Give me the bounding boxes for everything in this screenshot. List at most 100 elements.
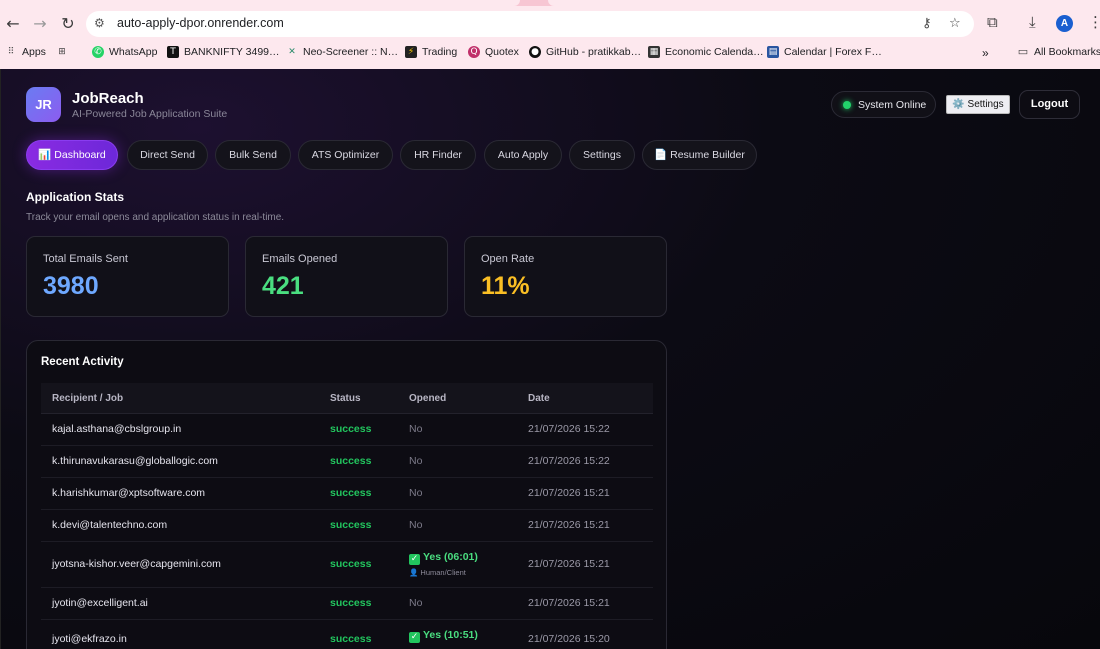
bookmark-banknifty[interactable]: T BANKNIFTY 3499…	[167, 46, 280, 58]
checkmark-icon: ✓	[409, 632, 420, 643]
stat-label: Emails Opened	[262, 253, 338, 265]
column-header-status: Status	[330, 393, 361, 404]
recent-activity-panel: Recent Activity Recipient / Job Status O…	[26, 340, 667, 649]
recipient-cell: k.thirunavukarasu@globallogic.com	[52, 455, 218, 467]
opened-cell: No	[409, 597, 423, 609]
back-icon[interactable]: ←	[2, 13, 24, 35]
date-cell: 21/07/2026 15:21	[528, 519, 610, 531]
opened-cell: ✓ Yes (06:01)	[409, 551, 478, 565]
table-row: jyoti@ekfrazo.in success ✓ Yes (10:51) 21/07…	[41, 620, 653, 649]
stat-value: 421	[262, 272, 304, 300]
date-cell: 21/07/2026 15:22	[528, 423, 610, 435]
table-row: kajal.asthana@cbslgroup.in success No 21/07…	[41, 414, 653, 446]
opened-cell: No	[409, 423, 423, 435]
column-header-recipient: Recipient / Job	[52, 393, 124, 404]
status-cell: success	[330, 633, 372, 645]
recipient-cell: k.harishkumar@xptsoftware.com	[52, 487, 206, 499]
opened-time: Yes (06:01)	[423, 551, 478, 563]
stat-card-total-sent: Total Emails Sent 3980	[26, 236, 229, 317]
recipient-cell: jyotin@excelligent.ai	[52, 597, 148, 609]
more-menu-icon[interactable]: ⋮	[1088, 13, 1100, 31]
bookmark-quotex[interactable]: Q Quotex	[468, 46, 519, 58]
stat-card-open-rate: Open Rate 11%	[464, 236, 667, 317]
bookmark-whatsapp[interactable]: ✆ WhatsApp	[92, 46, 157, 58]
apps-grid-icon: ⠿	[7, 47, 15, 57]
tab-settings[interactable]: Settings	[569, 140, 635, 170]
address-bar[interactable]: ⚙ auto-apply-dpor.onrender.com ⚷ ☆	[86, 11, 974, 37]
app-name: JobReach	[72, 90, 144, 107]
quotex-icon: Q	[468, 46, 480, 58]
tab-dashboard[interactable]: 📊 Dashboard	[26, 140, 118, 170]
table-row: k.harishkumar@xptsoftware.com success No 21…	[41, 478, 653, 510]
bookmark-economic-calendar[interactable]: ▦ Economic Calenda…	[648, 46, 764, 58]
browser-chrome: ← → ↻ ⚙ auto-apply-dpor.onrender.com ⚷ ☆…	[0, 0, 1100, 69]
opened-cell: ✓ Yes (10:51)	[409, 629, 478, 643]
opened-cell: No	[409, 487, 423, 499]
extensions-icon[interactable]: ⧉	[987, 13, 998, 31]
section-title: Application Stats	[26, 190, 125, 204]
tab-auto-apply[interactable]: Auto Apply	[484, 140, 562, 170]
profile-avatar[interactable]: A	[1056, 15, 1073, 32]
app-logo: JR	[26, 87, 61, 122]
recipient-cell: jyotsna-kishor.veer@capgemini.com	[52, 558, 221, 570]
forward-icon[interactable]: →	[29, 13, 51, 35]
settings-button[interactable]: ⚙️ Settings	[946, 95, 1010, 114]
opened-cell: No	[409, 455, 423, 467]
tab-ats-optimizer[interactable]: ATS Optimizer	[298, 140, 393, 170]
download-icon[interactable]: ⤓	[1029, 13, 1036, 31]
recipient-cell: k.devi@talentechno.com	[52, 519, 168, 531]
github-icon: ●	[529, 46, 541, 58]
bookmark-github[interactable]: ● GitHub - pratikkab…	[529, 46, 641, 58]
reload-icon[interactable]: ↻	[57, 13, 79, 35]
section-subtitle: Track your email opens and application s…	[26, 212, 285, 223]
status-dot-icon	[843, 101, 851, 109]
recipient-cell: kajal.asthana@cbslgroup.in	[52, 423, 182, 435]
trading-bolt-icon: ⚡	[405, 46, 417, 58]
neo-screener-icon: ✕	[288, 47, 296, 57]
bookmark-neo-screener[interactable]: ✕ Neo-Screener :: N…	[286, 46, 398, 58]
table-header: Recipient / Job Status Opened Date	[41, 383, 653, 414]
bookmark-forex-calendar[interactable]: ▤ Calendar | Forex F…	[767, 46, 882, 58]
tradingview-icon: T	[167, 46, 179, 58]
status-cell: success	[330, 423, 372, 435]
tab-bulk-send[interactable]: Bulk Send	[215, 140, 291, 170]
calendar-icon: ▦	[648, 46, 660, 58]
all-bookmarks[interactable]: ▭ All Bookmarks	[1017, 45, 1100, 59]
column-header-date: Date	[528, 393, 550, 404]
opened-time: Yes (10:51)	[423, 629, 478, 641]
tab-direct-send[interactable]: Direct Send	[127, 140, 208, 170]
status-cell: success	[330, 597, 372, 609]
checkmark-icon: ✓	[409, 554, 420, 565]
bookmark-apps[interactable]: ⠿ Apps	[5, 46, 46, 58]
table-row: k.thirunavukarasu@globallogic.com success…	[41, 446, 653, 478]
stat-card-emails-opened: Emails Opened 421	[245, 236, 448, 317]
folder-icon: ▭	[1017, 45, 1029, 58]
date-cell: 21/07/2026 15:21	[528, 597, 610, 609]
whatsapp-icon: ✆	[92, 46, 104, 58]
bookmark-star-icon[interactable]: ☆	[949, 16, 961, 31]
status-cell: success	[330, 519, 372, 531]
bookmark-trading[interactable]: ⚡ Trading	[405, 46, 457, 58]
opened-cell: No	[409, 519, 423, 531]
status-cell: success	[330, 487, 372, 499]
app-tagline: AI-Powered Job Application Suite	[72, 108, 228, 120]
tab-resume-builder[interactable]: 📄 Resume Builder	[642, 140, 757, 170]
forex-calendar-icon: ▤	[767, 46, 779, 58]
stat-value: 11%	[481, 272, 530, 300]
table-row: jyotsna-kishor.veer@capgemini.com success…	[41, 542, 653, 588]
date-cell: 21/07/2026 15:21	[528, 558, 610, 570]
stat-label: Total Emails Sent	[43, 253, 128, 265]
bookmarks-overflow-icon[interactable]: »	[982, 46, 989, 60]
tab-hr-finder[interactable]: HR Finder	[400, 140, 476, 170]
table-row: k.devi@talentechno.com success No 21/07/202…	[41, 510, 653, 542]
status-cell: success	[330, 558, 372, 570]
recipient-cell: jyoti@ekfrazo.in	[52, 633, 127, 645]
stat-label: Open Rate	[481, 253, 535, 265]
password-key-icon[interactable]: ⚷	[922, 16, 932, 31]
tab-groups-icon[interactable]: ⊞	[56, 46, 68, 58]
recent-activity-title: Recent Activity	[41, 356, 124, 368]
logout-button[interactable]: Logout	[1019, 90, 1080, 119]
column-header-opened: Opened	[409, 393, 447, 404]
app-root: JR JobReach AI-Powered Job Application S…	[0, 69, 1100, 649]
site-info-icon[interactable]: ⚙	[94, 16, 105, 30]
